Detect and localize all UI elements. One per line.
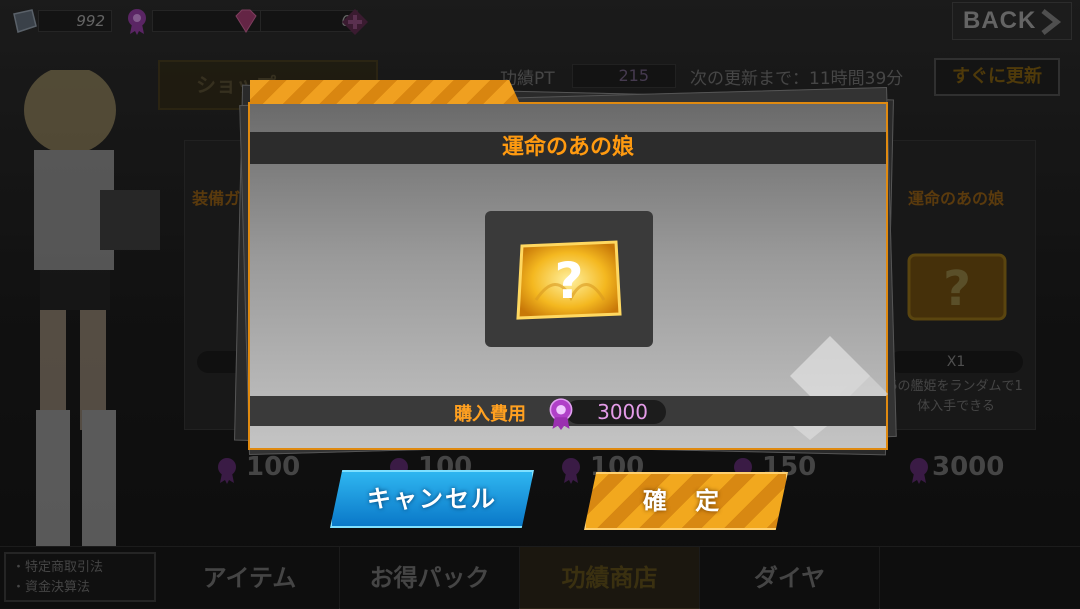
confirm-button[interactable]: 確 定 bbox=[584, 472, 788, 530]
svg-text:?: ? bbox=[554, 252, 583, 310]
cost-label: 購入費用 bbox=[454, 404, 526, 425]
cost-value: 3000 bbox=[566, 400, 666, 424]
mystery-card-icon: ? bbox=[516, 240, 622, 320]
purple-medal-icon bbox=[549, 398, 573, 430]
dialog-title: 運命のあの娘 bbox=[501, 135, 634, 160]
dialog-stripe-tab bbox=[250, 80, 520, 104]
cancel-button[interactable]: キャンセル bbox=[330, 470, 534, 528]
